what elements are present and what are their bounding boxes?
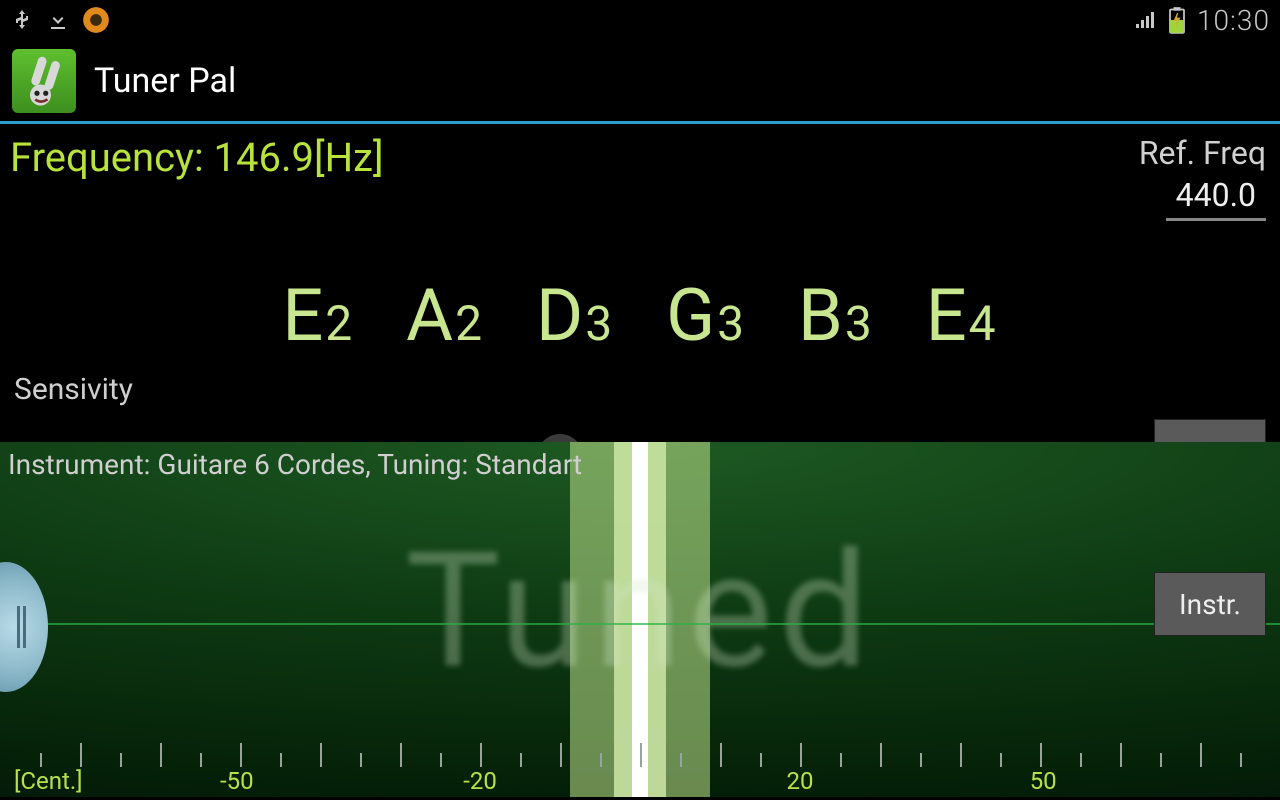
scale-tick — [1160, 753, 1162, 767]
scale-tick — [520, 753, 522, 767]
scale-tick — [160, 743, 162, 767]
scale-tick — [600, 753, 602, 767]
usb-icon — [10, 8, 34, 32]
note-e4[interactable]: E4 — [926, 273, 998, 358]
scale-tick — [320, 743, 322, 767]
note-d3[interactable]: D3 — [536, 273, 614, 358]
ref-freq-block: Ref. Freq 440.0 — [1139, 134, 1266, 221]
scale-tick — [720, 743, 722, 767]
app-bar: Tuner Pal — [0, 40, 1280, 124]
scale-tick — [960, 743, 962, 767]
scale-tick — [200, 753, 202, 767]
sensitivity-label: Sensivity — [14, 372, 1266, 407]
instrument-label: Instrument: Guitare 6 Cordes, Tuning: St… — [8, 448, 582, 481]
scale-tick — [880, 743, 882, 767]
app-circle-icon — [82, 6, 110, 34]
scale-tick — [1040, 743, 1042, 767]
tuned-watermark: Tuned — [405, 519, 875, 706]
cent-scale: [Cent.] -50 -20 20 50 (function(){ // no… — [0, 737, 1280, 797]
instrument-button-label: Instr. — [1179, 588, 1241, 621]
instrument-button[interactable]: Instr. — [1154, 572, 1266, 636]
scale-tick — [1080, 753, 1082, 767]
app-title: Tuner Pal — [94, 61, 236, 101]
scale-tick — [840, 753, 842, 767]
signal-icon — [1133, 8, 1157, 32]
scale-tick — [640, 743, 642, 767]
notes-row: E2 A2 D3 G3 B3 E4 — [0, 273, 1280, 358]
scale-tick — [120, 753, 122, 767]
note-g3[interactable]: G3 — [666, 273, 746, 358]
scale-tick — [760, 753, 762, 767]
content: Frequency: 146.9[Hz] Ref. Freq 440.0 E2 … — [0, 124, 1280, 797]
scale-tick — [80, 743, 82, 767]
app-icon — [12, 49, 76, 113]
frequency-row: Frequency: 146.9[Hz] Ref. Freq 440.0 — [0, 124, 1280, 221]
scale-tick — [560, 743, 562, 767]
scale-label-50: 50 — [1030, 767, 1057, 795]
note-b3[interactable]: B3 — [798, 273, 874, 358]
scale-tick — [920, 753, 922, 767]
status-clock: 10:30 — [1197, 4, 1270, 37]
scale-tick — [800, 743, 802, 767]
scale-tick — [1240, 753, 1242, 767]
scale-tick — [360, 753, 362, 767]
scale-tick — [1120, 743, 1122, 767]
note-a2[interactable]: A2 — [406, 273, 484, 358]
status-left — [10, 6, 110, 34]
scale-tick — [1200, 743, 1202, 767]
scale-tick — [40, 753, 42, 767]
scale-label-neg50: -50 — [220, 767, 254, 795]
frequency-label: Frequency: 146.9[Hz] — [10, 134, 384, 221]
scale-tick — [400, 743, 402, 767]
cent-unit-label: [Cent.] — [14, 767, 83, 795]
download-icon — [46, 8, 70, 32]
scale-label-20: 20 — [787, 767, 814, 795]
scale-tick — [280, 753, 282, 767]
battery-charging-icon — [1167, 6, 1187, 34]
tuner-display: Tuned Instrument: Guitare 6 Cordes, Tuni… — [0, 442, 1280, 797]
scale-label-neg20: -20 — [463, 767, 497, 795]
status-bar: 10:30 — [0, 0, 1280, 40]
status-right: 10:30 — [1133, 4, 1270, 37]
scale-tick — [1000, 753, 1002, 767]
ref-freq-input[interactable]: 440.0 — [1166, 174, 1266, 221]
scale-tick — [680, 753, 682, 767]
scale-tick — [440, 753, 442, 767]
drawer-handle[interactable] — [0, 562, 48, 692]
scale-tick — [240, 743, 242, 767]
ref-freq-label: Ref. Freq — [1139, 134, 1266, 172]
waveform — [0, 623, 1280, 626]
scale-tick — [480, 743, 482, 767]
note-e2[interactable]: E2 — [282, 273, 354, 358]
